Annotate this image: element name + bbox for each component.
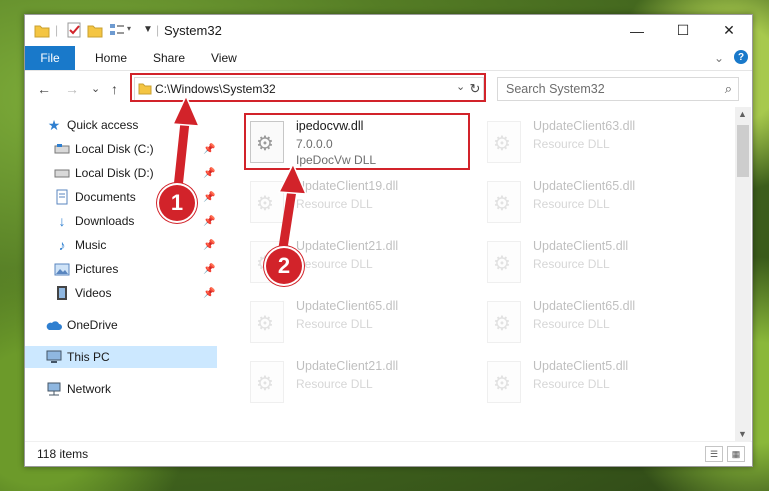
callout-arrows [171,94,308,253]
callout-1: 1 [159,185,195,221]
arrow-1 [173,117,190,193]
arrow-2-head [277,162,308,195]
arrow-1-head [171,94,201,127]
callout-2: 2 [266,248,302,284]
arrow-2 [278,185,297,253]
